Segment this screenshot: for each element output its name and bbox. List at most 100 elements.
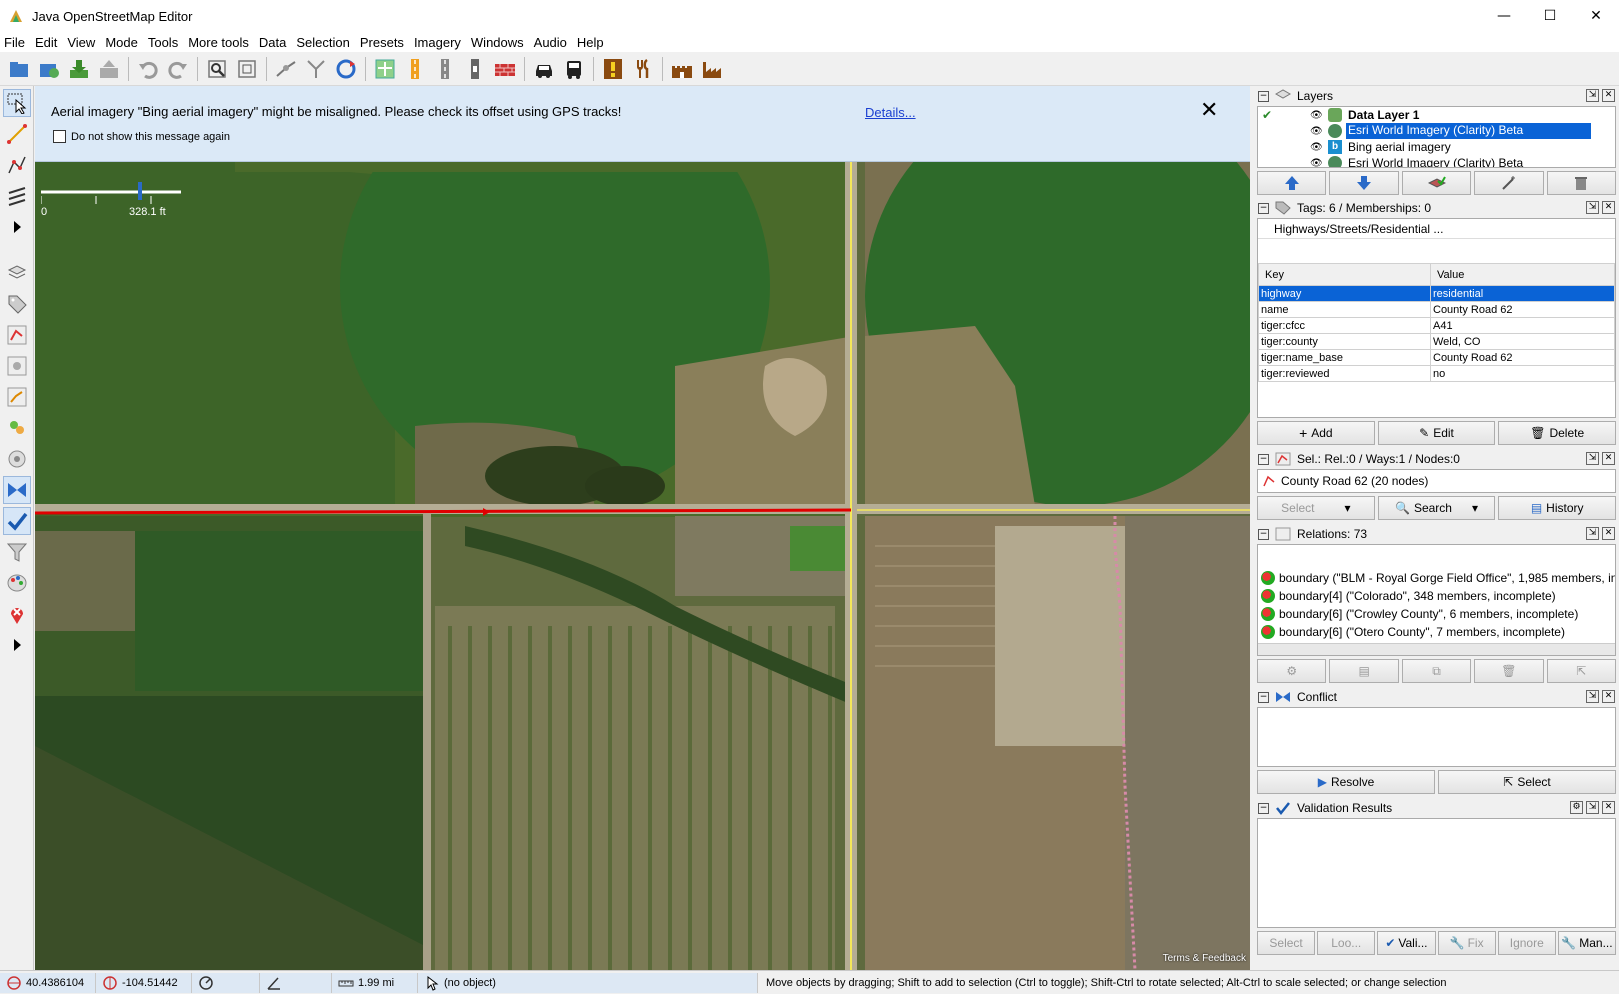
delete-layer-button[interactable] [1546,171,1617,195]
layer-row[interactable]: 👁 Esri World Imagery (Clarity) Beta [1258,155,1615,167]
details-link[interactable]: Details... [865,105,916,120]
relation-edit-button[interactable]: ▤ [1329,659,1399,683]
minimize-button[interactable]: — [1481,0,1527,32]
close-window-button[interactable]: ✕ [1573,0,1619,32]
tag-row[interactable]: tiger:cfcc A41 [1258,317,1615,334]
move-down-button[interactable] [1329,171,1399,195]
collapse-toggle[interactable]: − [1258,90,1269,102]
relation-duplicate-button[interactable]: ⧉ [1401,659,1472,683]
menu-help[interactable]: Help [577,35,604,50]
menu-tools[interactable]: Tools [148,35,178,50]
toggle-history-button[interactable] [3,383,31,411]
parallel-mode-button[interactable] [3,182,31,210]
layer-row-selected[interactable]: 👁 Esri World Imagery (Clarity) Beta [1258,123,1615,139]
upload-button[interactable] [96,56,122,82]
activate-layer-button[interactable] [1401,171,1472,195]
toggle-relations-button[interactable] [3,352,31,380]
preset-link[interactable]: Highways/Streets/Residential ... [1258,219,1615,239]
select-mode-button[interactable] [3,89,31,117]
tags-panel-header[interactable]: − Tags: 6 / Memberships: 0 ⇲ ✕ [1254,198,1619,218]
select-button[interactable]: Select ▾ [1257,496,1375,520]
close-panel-button[interactable]: ✕ [1602,801,1615,814]
layer-row[interactable]: ✔ 👁 Data Layer 1 [1258,107,1615,123]
expand-modes-button[interactable] [3,213,31,241]
detach-panel-button[interactable]: ⇲ [1586,201,1599,214]
relation-item[interactable]: boundary[6] ("Crowley County", 6 members… [1258,605,1615,623]
bus-preset-button[interactable] [561,56,587,82]
industrial-preset-button[interactable] [699,56,725,82]
menu-view[interactable]: View [67,35,95,50]
path-preset-button[interactable] [462,56,488,82]
selection-item[interactable]: County Road 62 (20 nodes) [1281,474,1428,488]
open-location-button[interactable] [36,56,62,82]
close-panel-button[interactable]: ✕ [1602,527,1615,540]
menu-file[interactable]: File [4,35,25,50]
validation-panel-header[interactable]: − Validation Results ⚙ ⇲ ✕ [1254,798,1619,818]
checkbox-box[interactable] [53,130,66,143]
redo-button[interactable] [165,56,191,82]
selection-panel-header[interactable]: − Sel.: Rel.:0 / Ways:1 / Nodes:0 ⇲ ✕ [1254,449,1619,469]
track-preset-button[interactable] [432,56,458,82]
menu-mode[interactable]: Mode [105,35,138,50]
toggle-tags-button[interactable] [3,290,31,318]
map-view[interactable]: Aerial imagery "Bing aerial imagery" mig… [35,86,1250,970]
conflict-select-button[interactable]: ⇱ Select [1438,770,1616,794]
expand-toggles-button[interactable] [3,631,31,659]
search-button[interactable]: 🔍 Search ▾ [1377,496,1496,520]
history-button[interactable]: ▤ History [1498,496,1617,520]
ignore-button[interactable]: Ignore [1497,931,1556,955]
toggle-authors-button[interactable] [3,414,31,442]
close-panel-button[interactable]: ✕ [1602,201,1615,214]
toggle-filter-button[interactable] [3,538,31,566]
barrier-preset-button[interactable] [492,56,518,82]
value-column-header[interactable]: Value [1430,263,1615,286]
toggle-notes-button[interactable] [3,600,31,628]
move-up-button[interactable] [1257,171,1327,195]
relations-panel-header[interactable]: − Relations: 73 ⇲ ✕ [1254,524,1619,544]
detach-panel-button[interactable]: ⇲ [1586,801,1599,814]
add-tag-button[interactable]: + Add [1257,421,1375,445]
menu-edit[interactable]: Edit [35,35,57,50]
toggle-conflict-button[interactable] [3,476,31,504]
relation-item[interactable]: boundary ("BLM - Royal Gorge Field Offic… [1258,569,1615,587]
toggle-validation-button[interactable] [3,507,31,535]
manage-button[interactable]: 🔧 Man... [1557,931,1617,955]
detach-panel-button[interactable]: ⇲ [1586,690,1599,703]
castle-preset-button[interactable] [669,56,695,82]
imagery-attribution-link[interactable]: Terms & Feedback [1163,953,1246,964]
close-panel-button[interactable]: ✕ [1602,89,1615,102]
hazard-preset-button[interactable] [600,56,626,82]
toggle-commands-button[interactable] [3,445,31,473]
key-column-header[interactable]: Key [1258,263,1431,286]
resolve-button[interactable]: ▶ Resolve [1257,770,1435,794]
menu-selection[interactable]: Selection [296,35,349,50]
detach-panel-button[interactable]: ⇲ [1586,527,1599,540]
chevron-down-icon[interactable]: ▾ [1472,501,1478,515]
wireframe-button[interactable] [234,56,260,82]
delete-tag-button[interactable]: 🗑 Delete [1498,421,1617,445]
relation-select-button[interactable]: ⇱ [1546,659,1617,683]
landuse-preset-button[interactable] [372,56,398,82]
menu-more-tools[interactable]: More tools [188,35,249,50]
collapse-toggle[interactable]: − [1258,802,1269,814]
close-panel-button[interactable]: ✕ [1602,452,1615,465]
tag-row[interactable]: name County Road 62 [1258,301,1615,318]
zoom-to-data-button[interactable] [204,56,230,82]
collapse-toggle[interactable]: − [1258,528,1269,540]
detach-panel-button[interactable]: ⇲ [1586,89,1599,102]
conflict-panel-header[interactable]: − Conflict ⇲ ✕ [1254,687,1619,707]
fix-button[interactable]: 🔧 Fix [1437,931,1496,955]
layer-row[interactable]: 👁 b Bing aerial imagery [1258,139,1615,155]
improve-way-button[interactable] [3,151,31,179]
relation-delete-button[interactable]: 🗑 [1474,659,1544,683]
tag-row[interactable]: tiger:name_base County Road 62 [1258,349,1615,366]
visible-eye-icon[interactable]: 👁 [1310,142,1323,153]
layer-properties-button[interactable] [1474,171,1544,195]
car-preset-button[interactable] [531,56,557,82]
toggle-selection-button[interactable] [3,321,31,349]
collapse-toggle[interactable]: − [1258,453,1269,465]
tag-row[interactable]: tiger:county Weld, CO [1258,333,1615,350]
toggle-map-paint-button[interactable] [3,569,31,597]
relation-settings-button[interactable]: ⚙ [1257,659,1327,683]
menu-windows[interactable]: Windows [471,35,524,50]
